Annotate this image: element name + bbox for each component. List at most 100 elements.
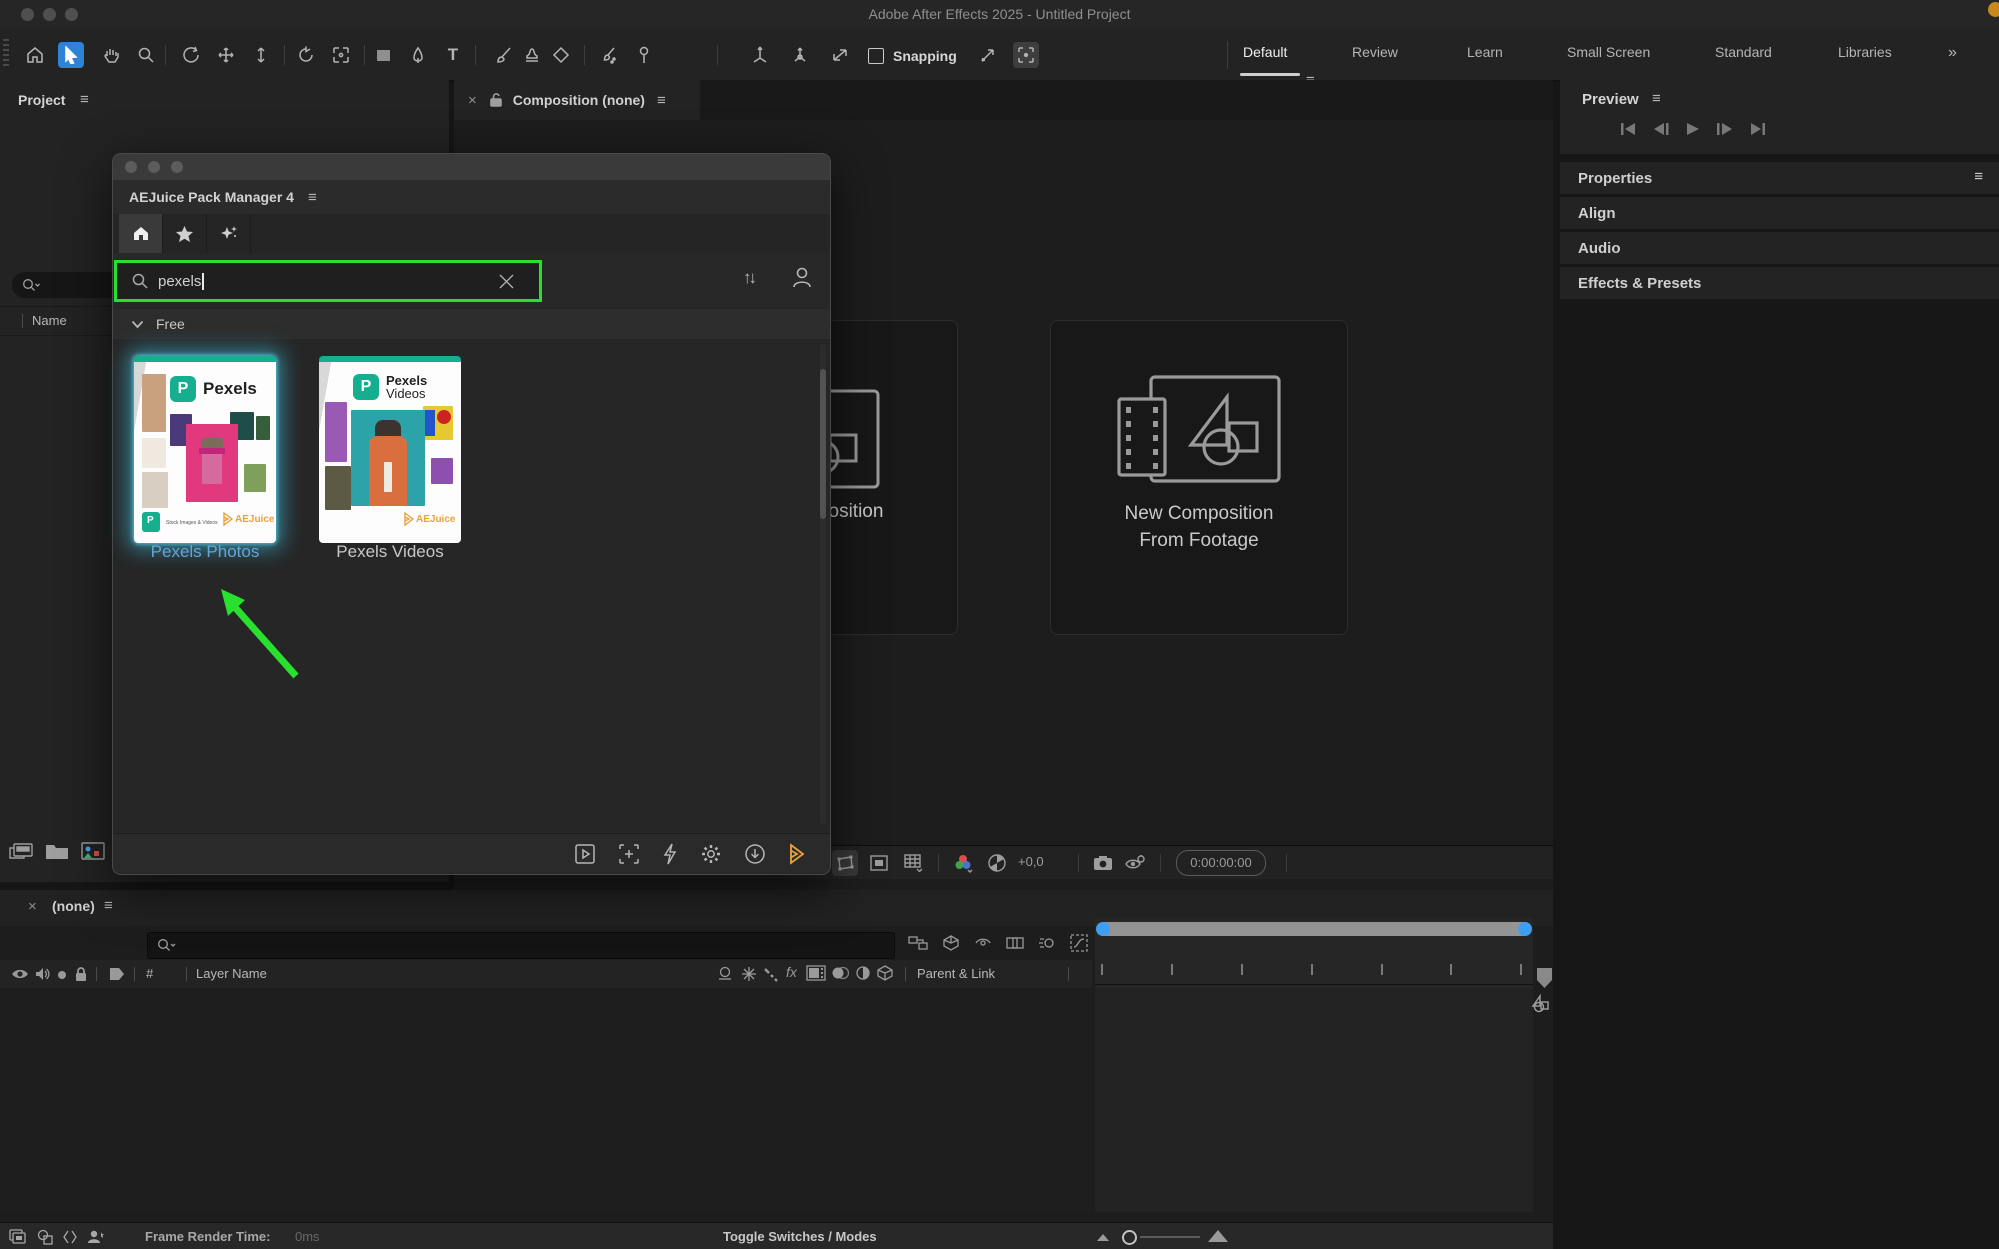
selection-tool[interactable]: [58, 42, 84, 68]
brush-tool[interactable]: [491, 42, 517, 68]
motion-blur-icon[interactable]: [1038, 934, 1056, 952]
timeline-zoom-track[interactable]: [1140, 1236, 1200, 1238]
pan-behind-tool[interactable]: [328, 42, 354, 68]
lock-icon[interactable]: [74, 966, 88, 982]
tutorials-icon[interactable]: [574, 843, 596, 865]
timeline-tab-label[interactable]: (none): [52, 898, 95, 914]
comp-mini-flowchart-icon[interactable]: [908, 934, 928, 952]
axis-mode-world-icon[interactable]: [787, 42, 813, 68]
zoom-tool[interactable]: [133, 42, 159, 68]
shy-switch-icon[interactable]: [716, 965, 734, 983]
clear-search-icon[interactable]: [498, 273, 515, 290]
effects-presets-panel-header[interactable]: Effects & Presets: [1560, 267, 1999, 299]
snapping-checkbox[interactable]: [868, 48, 884, 64]
timeline-tab-menu-icon[interactable]: ≡: [104, 897, 113, 914]
workspace-overflow-icon[interactable]: »: [1948, 44, 1957, 62]
zoom-out-mountain-icon[interactable]: [1097, 1234, 1109, 1241]
comp-marker-bin-icon[interactable]: [1537, 968, 1552, 988]
home-icon[interactable]: [22, 42, 48, 68]
workspace-tab-default[interactable]: Default: [1243, 44, 1287, 60]
dialog-minimize-icon[interactable]: [148, 161, 160, 173]
workspace-tab-learn[interactable]: Learn: [1467, 44, 1503, 60]
next-frame-icon[interactable]: [1716, 122, 1734, 136]
preview-target-icon[interactable]: [618, 843, 640, 865]
work-area-end-handle[interactable]: [1518, 922, 1532, 936]
pen-tool[interactable]: [405, 42, 431, 68]
adjustment-layer-switch-icon[interactable]: [855, 965, 871, 981]
blend-mode-switch-icon[interactable]: [830, 965, 850, 981]
author-icon[interactable]: [86, 1228, 106, 1246]
pan-camera-tool[interactable]: [213, 42, 239, 68]
puppet-pin-tool[interactable]: [631, 42, 657, 68]
index-column[interactable]: #: [146, 966, 153, 981]
roto-brush-tool[interactable]: [596, 42, 622, 68]
layer-name-column[interactable]: Layer Name: [196, 966, 267, 981]
rectangle-tool[interactable]: [370, 42, 396, 68]
orbit-camera-tool[interactable]: [178, 42, 204, 68]
render-settings-icon[interactable]: [36, 1228, 54, 1246]
pexels-videos-label[interactable]: Pexels Videos: [300, 542, 480, 562]
audio-panel-header[interactable]: Audio: [1560, 232, 1999, 264]
dialog-title-bar[interactable]: [113, 154, 830, 180]
work-area-bar[interactable]: [1096, 922, 1532, 936]
dialog-zoom-icon[interactable]: [171, 161, 183, 173]
axis-mode-view-icon[interactable]: [827, 42, 853, 68]
rotation-tool[interactable]: [293, 42, 319, 68]
region-of-interest-icon[interactable]: [866, 850, 892, 876]
dialog-scrollbar[interactable]: [820, 344, 826, 824]
workspace-tab-libraries[interactable]: Libraries: [1838, 44, 1892, 60]
show-snapshot-icon[interactable]: [1122, 850, 1148, 876]
play-icon[interactable]: [1686, 122, 1700, 136]
channels-icon[interactable]: [950, 850, 976, 876]
hand-tool[interactable]: [99, 42, 125, 68]
draft-3d-icon[interactable]: [942, 934, 960, 952]
workspace-tab-review[interactable]: Review: [1352, 44, 1398, 60]
snapshot-camera-icon[interactable]: [1090, 850, 1116, 876]
workspace-tab-small-screen[interactable]: Small Screen: [1567, 44, 1650, 60]
project-panel-menu-icon[interactable]: ≡: [80, 91, 89, 108]
exposure-shutter-icon[interactable]: [984, 850, 1010, 876]
layer-list-area[interactable]: [0, 988, 1092, 1212]
properties-panel-header[interactable]: Properties ≡: [1560, 162, 1999, 194]
frame-blend-switch-icon[interactable]: [740, 965, 758, 983]
expand-layers-icon[interactable]: [8, 1228, 28, 1246]
new-composition-from-footage-card[interactable]: New Composition From Footage: [1050, 320, 1348, 635]
properties-menu-icon[interactable]: ≡: [1974, 168, 1983, 185]
timeline-search-input[interactable]: [147, 932, 895, 959]
align-panel-header[interactable]: Align: [1560, 197, 1999, 229]
first-frame-icon[interactable]: [1620, 122, 1636, 136]
clone-stamp-tool[interactable]: [519, 42, 545, 68]
dialog-tab-favorites[interactable]: [163, 214, 207, 253]
sort-icon[interactable]: ↑↓: [743, 268, 757, 288]
current-time-display[interactable]: 0:00:00:00: [1176, 850, 1266, 876]
graph-editor-icon[interactable]: [1070, 934, 1088, 952]
hide-shy-layers-icon[interactable]: [974, 934, 992, 952]
project-interpret-footage-icon[interactable]: [80, 840, 106, 867]
download-icon[interactable]: [744, 843, 766, 865]
aejuice-logo-icon[interactable]: [788, 842, 806, 865]
exposure-value[interactable]: +0,0: [1018, 854, 1044, 869]
pack-search-input[interactable]: pexels: [158, 273, 201, 290]
brackets-icon[interactable]: [62, 1228, 78, 1246]
frame-blending-icon[interactable]: [1006, 934, 1024, 952]
last-frame-icon[interactable]: [1750, 122, 1766, 136]
dialog-close-icon[interactable]: [125, 161, 137, 173]
type-tool[interactable]: T: [440, 42, 466, 68]
axis-mode-local-icon[interactable]: [747, 42, 773, 68]
project-folder-icon[interactable]: [44, 840, 70, 867]
composition-tab-menu-icon[interactable]: ≡: [657, 92, 666, 109]
parent-link-column[interactable]: Parent & Link: [917, 966, 995, 981]
project-name-column[interactable]: Name: [32, 313, 67, 328]
video-visibility-eye-icon[interactable]: [10, 967, 30, 981]
pexels-videos-box[interactable]: P Pexels Videos AEJuice: [319, 356, 461, 543]
preview-panel-menu-icon[interactable]: ≡: [1652, 90, 1661, 107]
project-flowchart-icon[interactable]: [8, 840, 34, 867]
fx-switch-icon[interactable]: fx: [786, 964, 797, 980]
free-section-header[interactable]: Free: [113, 309, 830, 339]
solo-icon[interactable]: [56, 969, 68, 981]
mask-visibility-icon[interactable]: [832, 850, 858, 876]
eraser-tool[interactable]: [548, 42, 574, 68]
3d-layer-switch-icon[interactable]: [876, 964, 894, 982]
workspace-tab-standard[interactable]: Standard: [1715, 44, 1772, 60]
label-color-icon[interactable]: [108, 966, 126, 982]
